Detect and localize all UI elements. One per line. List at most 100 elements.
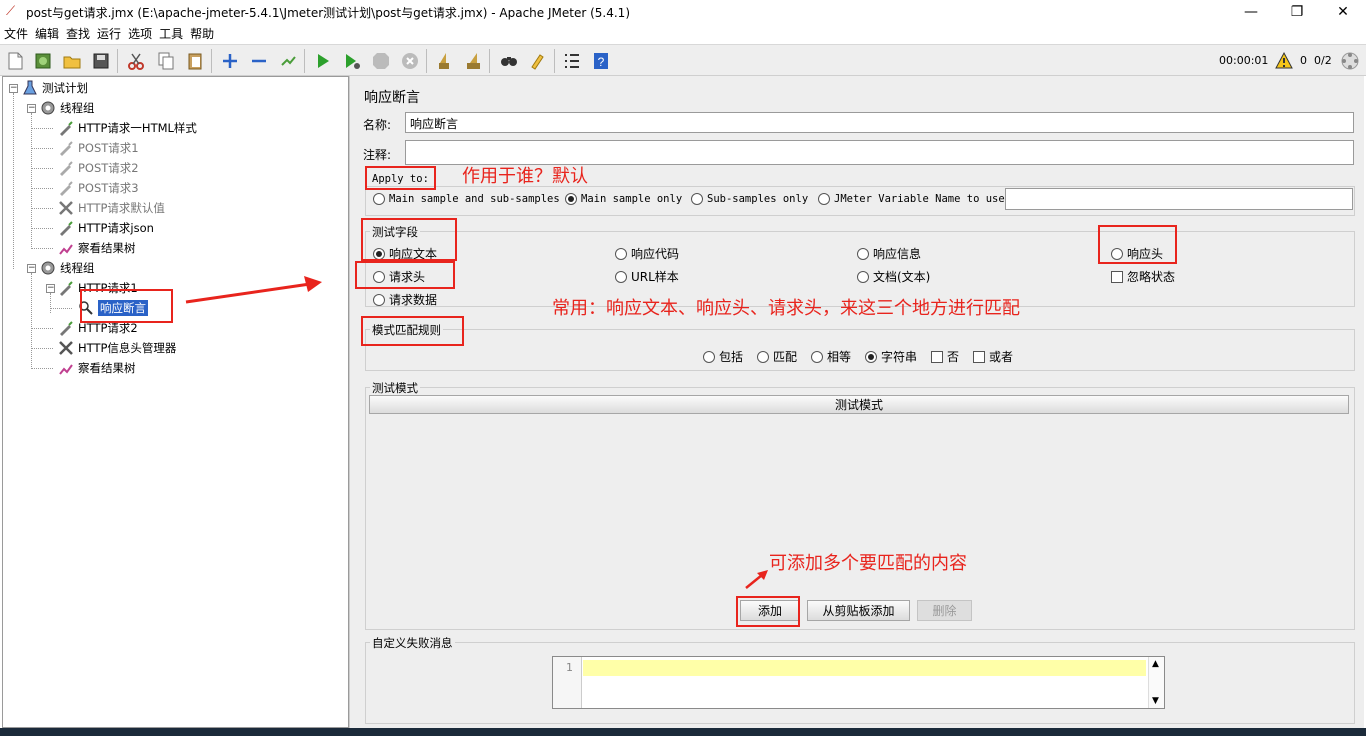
clear-all-icon[interactable] [462,50,484,72]
group2-collapse-toggle[interactable]: − [27,264,36,273]
patterns-table-header[interactable]: 测试模式 [369,395,1349,414]
toggle-icon[interactable] [277,50,299,72]
ignore-status-checkbox[interactable]: 忽略状态 [1111,268,1175,285]
tree-node-post-1[interactable]: POST请求1 [57,139,139,157]
copy-icon[interactable] [155,50,177,72]
menu-tools[interactable]: 工具 [159,25,183,42]
field-response-message[interactable]: 响应信息 [857,245,921,262]
assertion-highlight-box [80,289,173,323]
rule-contains[interactable]: 包括 [703,348,743,365]
pattern-rules-group [365,329,1355,371]
apply-main-and-sub[interactable]: Main sample and sub-samples [373,193,560,205]
delete-button[interactable]: 删除 [917,600,972,621]
clear-icon[interactable] [433,50,455,72]
scroll-down-icon[interactable]: ▼ [1152,696,1159,706]
tree-node-http-json[interactable]: HTTP请求json [57,219,154,237]
name-field[interactable]: 响应断言 [405,112,1354,133]
tree-node-header-manager[interactable]: HTTP信息头管理器 [57,339,176,357]
reset-search-icon[interactable] [527,50,549,72]
tree-node-post-2[interactable]: POST请求2 [57,159,139,177]
tree-node-post-3[interactable]: POST请求3 [57,179,139,197]
svg-text:?: ? [598,55,605,69]
apply-sub-only[interactable]: Sub-samples only [691,193,808,205]
cut-icon[interactable] [125,50,147,72]
current-line-highlight [583,660,1146,676]
menu-run[interactable]: 运行 [97,25,121,42]
pipette-icon [57,219,75,237]
tree-node-result-tree-2[interactable]: 察看结果树 [57,359,136,377]
pointer-arrow [185,276,322,304]
elapsed-timer: 00:00:01 [1219,54,1269,67]
close-button[interactable]: ✕ [1320,0,1366,24]
apply-to-highlight-box [365,166,436,190]
field-request-data[interactable]: 请求数据 [373,291,437,308]
start-icon[interactable] [312,50,334,72]
field-response-code[interactable]: 响应代码 [615,245,679,262]
function-helper-icon[interactable] [561,50,583,72]
stop-icon[interactable] [370,50,392,72]
line-number-gutter: 1 [553,657,582,708]
group1-collapse-toggle[interactable]: − [27,104,36,113]
active-threads: 0/2 [1314,54,1332,67]
rule-substring[interactable]: 字符串 [865,348,917,365]
response-text-highlight-box [361,218,457,261]
pipette-icon [57,179,75,197]
add-from-clipboard-button[interactable]: 从剪贴板添加 [807,600,910,621]
pipette-icon [57,119,75,137]
jmeter-feather-icon: ⟋ [6,4,16,19]
patterns-title: 测试模式 [370,380,420,396]
tree-node-test-plan[interactable]: 测试计划 [21,79,88,97]
start-no-pause-icon[interactable] [341,50,363,72]
gear-icon [39,99,57,117]
name-label: 名称: [363,118,392,132]
scroll-up-icon[interactable]: ▲ [1152,659,1159,669]
menu-search[interactable]: 查找 [66,25,90,42]
gear-icon [39,259,57,277]
pipette-icon [57,139,75,157]
tree-node-http-html[interactable]: HTTP请求一HTML样式 [57,119,197,137]
minimize-button[interactable]: — [1228,0,1274,24]
warning-icon[interactable] [1273,50,1295,72]
field-document-text[interactable]: 文档(文本) [857,268,930,285]
panel-heading: 响应断言 [364,90,420,106]
apply-to-note: 作用于谁？默认 [462,166,588,187]
root-collapse-toggle[interactable]: − [9,84,18,93]
new-icon[interactable] [4,50,26,72]
add-multiple-note: 可添加多个要匹配的内容 [769,553,967,574]
rule-equals[interactable]: 相等 [811,348,851,365]
menu-bar: 文件 编辑 查找 运行 选项 工具 帮助 [0,24,1366,42]
http1-collapse-toggle[interactable]: − [46,284,55,293]
shutdown-icon[interactable] [399,50,421,72]
apply-jmeter-variable[interactable]: JMeter Variable Name to use [818,193,1005,205]
tree-node-result-tree-1[interactable]: 察看结果树 [57,239,136,257]
help-icon[interactable]: ? [590,50,612,72]
collapse-icon[interactable] [248,50,270,72]
menu-edit[interactable]: 编辑 [35,25,59,42]
failure-message-editor[interactable]: 1 ▲ ▼ [552,656,1165,709]
chart-icon [57,239,75,257]
rule-or-checkbox[interactable]: 或者 [973,348,1013,365]
menu-options[interactable]: 选项 [128,25,152,42]
apply-main-only[interactable]: Main sample only [565,193,682,205]
panel-splitter[interactable] [349,76,357,728]
toolbar: ? 00:00:01 0 0/2 [0,44,1366,76]
menu-help[interactable]: 帮助 [190,25,214,42]
editor-scrollbar[interactable]: ▲ ▼ [1148,657,1164,708]
variable-name-field[interactable] [1005,188,1353,210]
save-icon[interactable] [90,50,112,72]
tree-node-thread-group-2[interactable]: 线程组 [39,259,95,277]
expand-icon[interactable] [219,50,241,72]
rule-matches[interactable]: 匹配 [757,348,797,365]
search-icon[interactable] [498,50,520,72]
tree-node-thread-group-1[interactable]: 线程组 [39,99,95,117]
templates-icon[interactable] [32,50,54,72]
maximize-button[interactable]: ❐ [1274,0,1320,24]
add-note-arrow [745,570,768,589]
tree-node-http-defaults[interactable]: HTTP请求默认值 [57,199,165,217]
failure-message-title: 自定义失败消息 [370,635,455,651]
rule-not-checkbox[interactable]: 否 [931,348,959,365]
field-url-sampled[interactable]: URL样本 [615,268,679,285]
paste-icon[interactable] [184,50,206,72]
open-icon[interactable] [61,50,83,72]
menu-file[interactable]: 文件 [4,25,28,42]
